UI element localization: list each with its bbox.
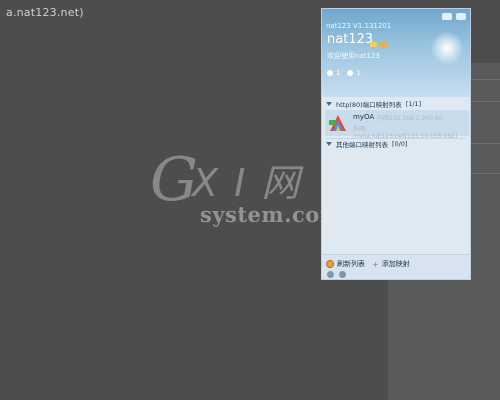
status-icon-2 [380,42,387,47]
other-section-header[interactable]: 其他端口映射列表 [0/0] [322,138,470,150]
mapping-app-icon [329,115,346,131]
status-icon-1 [370,42,377,47]
add-mapping-button[interactable]: 添加映射 [382,259,410,269]
nat123-window: nat123 V1.131201 nat123 欢迎使用nat123 1 1 h… [321,8,471,280]
globe-icon [347,70,354,76]
other-section-title: 其他端口映射列表 [336,141,388,149]
watermark-big-letter: G [150,145,198,215]
collapse-icon [326,142,332,146]
add-icon: + [372,259,379,269]
stats-row: 1 1 [327,69,361,77]
collapse-icon [326,102,332,106]
background-url-text: a.nat123.net) [6,6,84,19]
mapping-item[interactable]: myOA 内网192.168.1.240:80 外网myoa.nat123.ne… [325,110,469,140]
stat-1-value: 1 [336,69,341,77]
watermark: G X I 网 system.com [150,150,350,250]
refresh-icon [326,260,334,268]
other-section-count: [0/0] [392,140,408,148]
mapping-inner-address: 内网192.168.1.240:80 [377,115,443,122]
settings-icon[interactable] [327,271,334,278]
header-glow [430,31,464,65]
http-section-header[interactable]: http(80)端口映射列表 [1/1] [322,98,470,110]
mapping-name: myOA [353,113,375,121]
stat-2-value: 1 [356,69,361,77]
close-button[interactable] [456,13,466,20]
username-label: nat123 [327,32,374,47]
help-icon[interactable] [339,271,346,278]
footer-actions: 刷新列表 + 添加映射 [326,259,410,269]
http-section-title: http(80)端口映射列表 [336,101,402,109]
app-footer: 刷新列表 + 添加映射 [322,254,470,279]
user-icon [327,70,333,76]
watermark-mid-text: X I 网 [192,161,302,205]
window-controls [442,13,466,20]
minimize-button[interactable] [442,13,452,20]
status-icons [370,42,387,47]
footer-tools [327,271,346,278]
refresh-list-button[interactable]: 刷新列表 [337,259,365,269]
app-header: nat123 V1.131201 nat123 欢迎使用nat123 1 1 [322,9,470,97]
greeting-label: 欢迎使用nat123 [327,52,380,60]
http-section-count: [1/1] [405,100,422,108]
version-label: nat123 V1.131201 [326,22,392,30]
